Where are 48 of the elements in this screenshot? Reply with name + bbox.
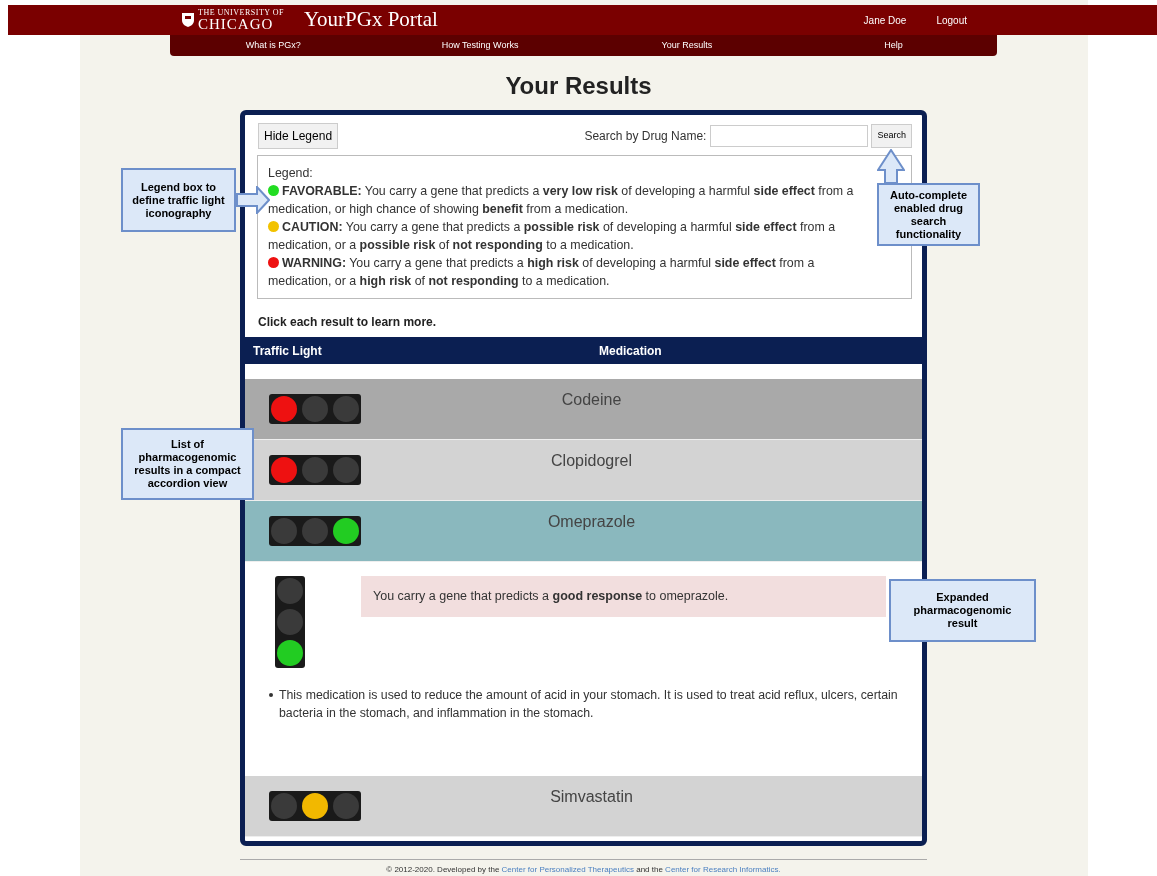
callout-box: List of pharmacogenomic results in a compact accordion view bbox=[121, 428, 254, 500]
medication-name: Simvastatin bbox=[549, 787, 634, 807]
result-row[interactable]: Omeprazole bbox=[245, 501, 922, 562]
medication-name: Clopidogrel bbox=[550, 451, 633, 471]
search-button[interactable]: Search bbox=[871, 124, 912, 148]
hint-text: Click each result to learn more. bbox=[258, 314, 438, 331]
medication-name: Codeine bbox=[560, 390, 623, 410]
callout-box: Auto-complete enabled drug search functionality bbox=[877, 183, 980, 246]
search-label: Search by Drug Name: bbox=[584, 128, 707, 145]
column-header: Medication bbox=[599, 342, 662, 360]
footer-text: and the bbox=[635, 865, 664, 874]
logo-text: CHICAGO bbox=[198, 17, 275, 31]
legend-title: Legend: bbox=[268, 165, 314, 182]
logo-text: THE UNIVERSITY OF bbox=[198, 9, 284, 17]
bullet-icon bbox=[269, 693, 273, 697]
traffic-light-icon bbox=[269, 791, 361, 821]
callout-arrow bbox=[877, 149, 905, 184]
legend-text: CAUTION: You carry a gene that predicts a possible risk of developing a harmful side effect from a medication, or a possible risk of not responding to a medication. bbox=[268, 220, 836, 252]
callout-box: Expanded pharmacogenomic result bbox=[889, 579, 1036, 642]
search-field[interactable] bbox=[710, 125, 869, 147]
logout-link[interactable]: Logout bbox=[936, 12, 967, 28]
legend-text: FAVORABLE: You carry a gene that predicts a very low risk of developing a harmful side effect from a medication, or high chance of showing benefit from a medication. bbox=[268, 184, 854, 216]
traffic-light-icon bbox=[269, 394, 361, 424]
result-alert: You carry a gene that predicts a good response to omeprazole. bbox=[361, 576, 886, 617]
footer-text: © 2012-2020. Developed by the bbox=[386, 865, 501, 874]
traffic-light-icon bbox=[269, 516, 361, 546]
shield-icon bbox=[182, 13, 194, 27]
column-header: Traffic Light bbox=[253, 342, 323, 360]
hide-legend-button[interactable]: Hide Legend bbox=[258, 123, 339, 149]
result-row[interactable]: Clopidogrel bbox=[245, 440, 922, 501]
legend-text: WARNING: You carry a gene that predicts a high risk of developing a harmful side effect from a medication, or a high risk of not responding to a medication. bbox=[268, 256, 815, 288]
callout-arrow bbox=[236, 186, 270, 214]
result-row[interactable]: Codeine bbox=[245, 379, 922, 440]
medication-name: Omeprazole bbox=[546, 512, 637, 532]
page-title: Your Results bbox=[504, 71, 653, 101]
result-row[interactable]: Simvastatin bbox=[245, 776, 922, 837]
nav-link[interactable]: What is PGx? bbox=[170, 38, 377, 53]
traffic-light-icon bbox=[275, 576, 305, 668]
description-text: This medication is used to reduce the amount of acid in your stomach. It is used to treat acid reflux, ulcers, certain bacteria in the stomach, and inflammation in the stomach. bbox=[279, 687, 899, 722]
nav-link[interactable]: Help bbox=[790, 38, 997, 53]
nav-link[interactable]: Your Results bbox=[583, 38, 791, 53]
user-name: Jane Doe bbox=[863, 13, 907, 28]
nav-link[interactable]: How Testing Works bbox=[376, 38, 584, 53]
footer-link[interactable]: Center for Research Informatics. bbox=[665, 865, 781, 874]
callout-box: Legend box to define traffic light iconography bbox=[121, 168, 236, 232]
portal-title: YourPGx Portal bbox=[304, 6, 438, 34]
traffic-light-icon bbox=[269, 455, 361, 485]
footer-link[interactable]: Center for Personalized Therapeutics bbox=[501, 865, 634, 874]
